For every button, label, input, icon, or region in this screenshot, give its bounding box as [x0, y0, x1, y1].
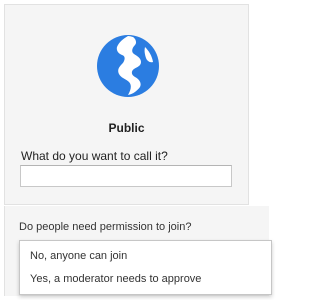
globe-icon — [95, 33, 161, 99]
create-community-panel: Public What do you want to call it? Do p… — [0, 0, 275, 300]
permission-dropdown-menu: No, anyone can join Yes, a moderator nee… — [19, 240, 272, 295]
permission-question-label: Do people need permission to join? — [19, 221, 192, 233]
name-question-label: What do you want to call it? — [21, 149, 168, 163]
community-name-input[interactable] — [20, 165, 232, 187]
visibility-card: Public What do you want to call it? — [4, 4, 249, 205]
option-moderator-approve[interactable]: Yes, a moderator needs to approve — [20, 268, 271, 290]
visibility-title: Public — [108, 121, 145, 135]
option-anyone-can-join[interactable]: No, anyone can join — [20, 245, 271, 267]
